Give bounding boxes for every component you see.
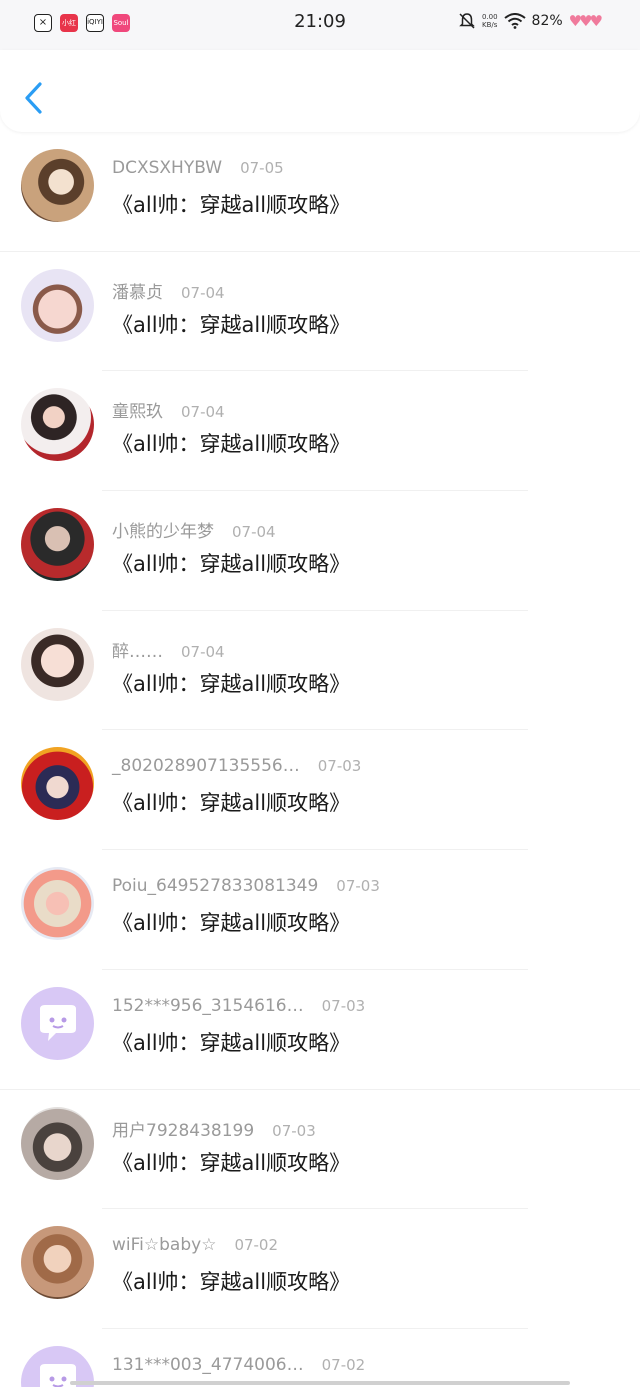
item-title[interactable]: 《all帅：穿越all顺攻略》 [112, 668, 350, 698]
date: 07-03 [272, 1121, 316, 1140]
item-title[interactable]: 《all帅：穿越all顺攻略》 [112, 907, 350, 937]
list-item[interactable]: 152***956_3154616… 07-03 《all帅：穿越all顺攻略》 [0, 970, 640, 1090]
username[interactable]: DCXSXHYBW [112, 158, 222, 178]
avatar[interactable] [21, 388, 94, 462]
username[interactable]: 小熊的少年梦 [112, 522, 214, 542]
username[interactable]: 潘慕贞 [112, 283, 163, 303]
hearts-icon: ♥♥♥ [568, 12, 603, 30]
username[interactable]: wiFi☆baby☆ [112, 1235, 216, 1255]
status-bar: × 小红书 iQIYI Soul 21:09 0.00 KB/s 82% ♥♥♥ [0, 0, 640, 50]
default-avatar-icon [39, 1005, 76, 1042]
date: 07-03 [317, 757, 362, 776]
comment-meta: 152***956_3154616… 07-03 [112, 996, 365, 1016]
comment-meta: 潘慕贞 07-04 [112, 278, 225, 303]
date: 07-02 [321, 1355, 366, 1374]
status-indicators: 0.00 KB/s 82% ♥♥♥ [458, 12, 603, 30]
list-item[interactable]: 童熙玖 07-04 《all帅：穿越all顺攻略》 [0, 371, 640, 492]
comment-meta: Poiu_6495278330813​49 07-03 [112, 876, 380, 896]
username[interactable]: 152***956_3154616… [112, 996, 304, 1016]
list-item[interactable]: Poiu_6495278330813​49 07-03 《all帅：穿越all顺攻略… [0, 850, 640, 970]
battery-level: 82% [531, 13, 563, 29]
comment-meta: _802028907135556… 07-03 [112, 756, 361, 776]
username[interactable]: 用户7928438199 [112, 1121, 254, 1141]
avatar[interactable] [21, 986, 94, 1060]
item-title[interactable]: 《all帅：穿越all顺攻略》 [112, 189, 350, 219]
list-item[interactable]: 潘慕贞 07-04 《all帅：穿越all顺攻略》 [0, 252, 640, 372]
item-title[interactable]: 《all帅：穿越all顺攻略》 [112, 1266, 350, 1296]
list-item[interactable]: wiFi☆baby☆ 07-02 《all帅：穿越all顺攻略》 [0, 1209, 640, 1329]
list-item[interactable]: _802028907135556… 07-03 《all帅：穿越all顺攻略》 [0, 730, 640, 851]
wifi-icon [503, 13, 526, 29]
username[interactable]: 131***003_4774006… [112, 1355, 304, 1375]
date: 07-04 [232, 523, 276, 542]
chevron-left-icon[interactable] [20, 80, 50, 116]
item-title[interactable]: 《all帅：穿越all顺攻略》 [112, 1147, 350, 1177]
item-title[interactable]: 《all帅：穿越all顺攻略》 [112, 1027, 350, 1057]
comment-meta: wiFi☆baby☆ 07-02 [112, 1235, 278, 1255]
item-title[interactable]: 《all帅：穿越all顺攻略》 [112, 428, 350, 458]
date: 07-04 [181, 642, 225, 661]
list-item[interactable]: 醉…… 07-04 《all帅：穿越all顺攻略》 [0, 611, 640, 731]
list-item[interactable]: 用户7928438199 07-03 《all帅：穿越all顺攻略》 [0, 1090, 640, 1210]
avatar[interactable] [21, 508, 94, 582]
item-title[interactable]: 《all帅：穿越all顺攻略》 [112, 787, 350, 817]
date: 07-03 [321, 996, 366, 1015]
list-item[interactable]: 小熊的少年梦 07-04 《all帅：穿越all顺攻略》 [0, 491, 640, 611]
date: 07-05 [240, 159, 284, 177]
username[interactable]: 醉…… [112, 642, 163, 662]
avatar[interactable] [21, 268, 94, 342]
date: 07-03 [336, 877, 380, 896]
avatar[interactable] [21, 1226, 94, 1300]
username[interactable]: Poiu_6495278330813​49 [112, 876, 318, 896]
list-item[interactable]: 131***003_4774006…07-02《all帅：穿越all顺攻略》 [0, 1329, 640, 1387]
comment-meta: 小熊的少年梦 07-04 [112, 517, 276, 542]
top-nav-bar [0, 50, 640, 132]
comment-meta: 用户7928438199 07-03 [112, 1116, 316, 1141]
avatar[interactable] [21, 1106, 94, 1180]
comment-meta: DCXSXHYBW 07-05 [112, 158, 284, 178]
list-item[interactable]: DCXSXHYBW 07-05 《all帅：穿越all顺攻略》 [0, 132, 640, 252]
item-title[interactable]: 《all帅：穿越all顺攻略》 [112, 309, 350, 339]
comment-meta: 童熙玖 07-04 [112, 397, 225, 422]
username[interactable]: _802028907135556… [112, 756, 300, 776]
date: 07-04 [181, 283, 225, 302]
username[interactable]: 童熙玖 [112, 402, 163, 422]
net-speed: 0.00 KB/s [481, 13, 498, 29]
avatar[interactable] [21, 867, 94, 941]
mute-icon [459, 13, 475, 29]
chapter-list: DCXSXHYBW 07-05 《all帅：穿越all顺攻略》 潘慕贞 07-04 《al… [0, 132, 640, 1387]
date: 07-04 [181, 403, 225, 422]
date: 07-02 [234, 1236, 279, 1255]
avatar[interactable] [21, 747, 94, 821]
item-title[interactable]: 《all帅：穿越all顺攻略》 [112, 548, 350, 578]
avatar[interactable] [21, 627, 94, 701]
avatar[interactable] [21, 149, 94, 222]
comment-meta: 醉…… 07-04 [112, 637, 225, 662]
comment-meta: 131***003_4774006… 07-02 [112, 1355, 365, 1375]
home-indicator[interactable] [70, 1381, 570, 1385]
